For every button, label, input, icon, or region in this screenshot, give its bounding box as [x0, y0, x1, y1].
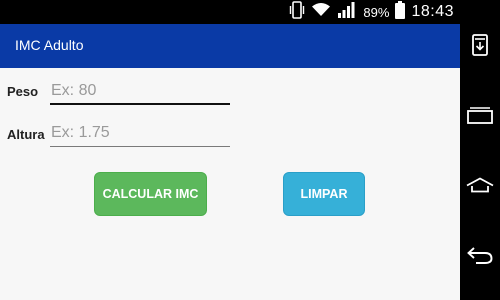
- clock: 18:43: [411, 3, 454, 20]
- back-icon[interactable]: [460, 235, 500, 275]
- notification-down-icon[interactable]: [460, 25, 500, 65]
- peso-input[interactable]: [50, 78, 231, 104]
- navigation-bar: [460, 0, 500, 300]
- altura-underline: [50, 146, 230, 147]
- form-content: Peso Altura CALCULAR IMC LIMPAR: [0, 68, 460, 300]
- battery-icon: [395, 0, 406, 24]
- altura-label: Altura: [7, 127, 45, 142]
- home-icon[interactable]: [460, 165, 500, 205]
- vibrate-icon: [289, 0, 305, 24]
- status-bar: 89% 18:43: [0, 0, 460, 24]
- calcular-imc-button[interactable]: CALCULAR IMC: [94, 172, 207, 216]
- status-icons: 89% 18:43: [289, 0, 454, 24]
- limpar-button[interactable]: LIMPAR: [283, 172, 365, 216]
- app-bar: IMC Adulto: [0, 24, 460, 68]
- peso-label: Peso: [7, 84, 39, 99]
- signal-icon: [337, 1, 357, 23]
- wifi-icon: [311, 2, 331, 23]
- recent-apps-icon[interactable]: [460, 95, 500, 135]
- app-title: IMC Adulto: [15, 37, 84, 53]
- peso-underline: [50, 103, 230, 105]
- altura-input[interactable]: [50, 120, 231, 146]
- battery-percent: 89%: [363, 4, 390, 20]
